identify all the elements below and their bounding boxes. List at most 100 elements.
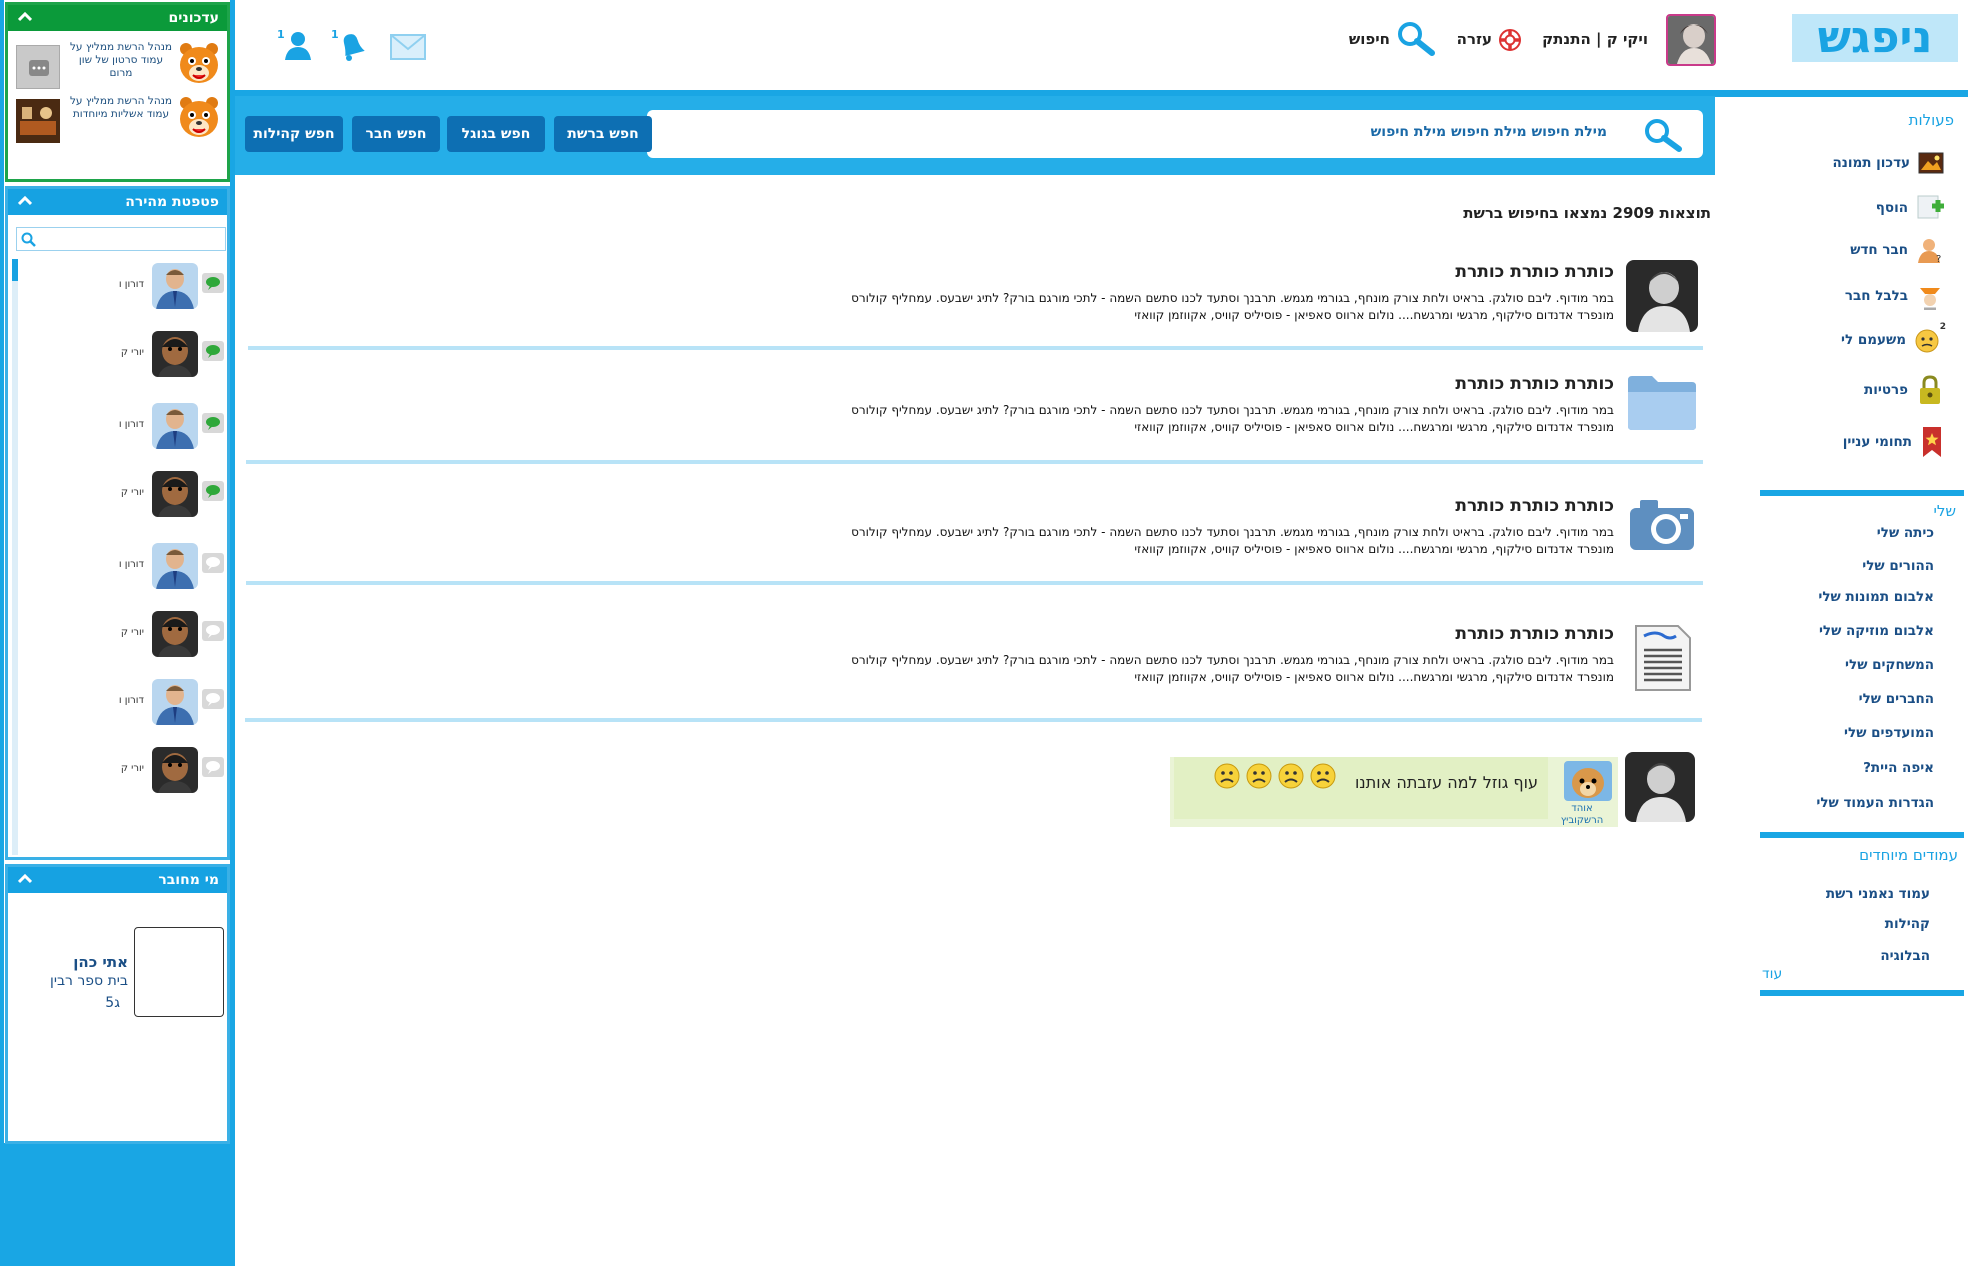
action-new-friend[interactable]: ? חבר חדש <box>1850 236 1944 264</box>
action-bored-face[interactable]: 2 משעמם לי <box>1840 322 1946 354</box>
special-page-link[interactable]: הבלוגיה <box>1880 948 1930 964</box>
site-logo[interactable]: ניפגש <box>1792 14 1958 62</box>
search-google-button[interactable]: חפש בגוגל <box>447 116 545 152</box>
chat-contact[interactable]: יורי ק <box>16 471 226 521</box>
chat-contact[interactable]: דורון ו <box>16 679 226 729</box>
my-link[interactable]: המועדפים שלי <box>1844 725 1934 741</box>
chat-bubble-icon[interactable] <box>202 757 224 777</box>
chat-bubble-icon[interactable] <box>202 481 224 501</box>
chevron-up-icon[interactable] <box>18 874 32 884</box>
special-page-link[interactable]: עמוד נאמני רשת <box>1826 886 1930 902</box>
chat-contact[interactable]: דורון ו <box>16 263 226 313</box>
section-divider <box>1760 990 1964 996</box>
author-dog-avatar[interactable] <box>1564 761 1612 801</box>
who-online-header[interactable]: מי מחובר <box>8 867 227 893</box>
who-online-title: מי מחובר <box>158 872 219 888</box>
action-confuse-friend[interactable]: בלבל חבר <box>1845 282 1944 310</box>
chat-contact[interactable]: דורון ו <box>16 403 226 453</box>
search-link[interactable]: חיפוש <box>1349 30 1390 48</box>
bookmark-icon <box>1920 426 1944 458</box>
chevron-up-icon[interactable] <box>18 12 32 22</box>
updates-header[interactable]: עדכונים <box>8 5 227 31</box>
post-avatar[interactable] <box>1625 752 1695 822</box>
bell-icon[interactable] <box>335 30 365 62</box>
result-title[interactable]: כותרת כותרת כותרת <box>1455 624 1614 644</box>
chat-header[interactable]: פטפטת מהירה <box>8 189 227 215</box>
action-label: חבר חדש <box>1850 242 1908 258</box>
update-text: מנהל הרשת ממליץ על עמוד אשליות מיוחדות <box>69 95 173 120</box>
action-add[interactable]: הוסף <box>1876 194 1944 222</box>
result-separator <box>246 581 1703 585</box>
chat-bubble-icon[interactable] <box>202 621 224 641</box>
search-icon[interactable] <box>1396 20 1436 56</box>
my-link[interactable]: החברים שלי <box>1859 691 1934 707</box>
contact-name: יורי ק <box>120 347 144 358</box>
result-separator <box>245 718 1702 722</box>
search-input[interactable]: מילת חיפוש מילת חיפוש מילת חיפוש <box>647 110 1703 158</box>
chat-search-input[interactable] <box>16 227 226 251</box>
lifebuoy-help-icon[interactable] <box>1498 28 1522 52</box>
contact-avatar <box>152 403 198 449</box>
chat-contact[interactable]: יורי ק <box>16 611 226 661</box>
special-page-link[interactable]: קהילות <box>1885 916 1930 932</box>
chat-bubble-icon[interactable] <box>202 273 224 293</box>
results-count: תוצאות 2909 נמצאו בחיפוש ברשת <box>1463 204 1711 222</box>
action-photo-update[interactable]: עדכון תמונה <box>1832 152 1944 174</box>
my-link[interactable]: הגדרות העמוד שלי <box>1816 795 1934 811</box>
online-user-photo[interactable] <box>134 927 224 1017</box>
user-avatar[interactable] <box>1666 14 1716 66</box>
mail-icon[interactable] <box>390 34 426 60</box>
chevron-up-icon[interactable] <box>18 196 32 206</box>
status-post-author[interactable]: אוהד הרשקוביץ <box>1552 803 1612 827</box>
update-item[interactable]: מנהל הרשת ממליץ על עמוד אשליות מיוחדות <box>16 95 222 143</box>
contact-name: דורון ו <box>118 695 144 706</box>
chat-contact[interactable]: יורי ק <box>16 331 226 381</box>
status-post: עוף גוזל למה עזבתה אותנו אוהד הרשקוביץ <box>1170 757 1618 827</box>
friend-request-icon[interactable] <box>283 30 313 62</box>
chat-contact[interactable]: דורון ו <box>16 543 226 593</box>
bored-face-icon: 2 <box>1914 322 1946 354</box>
online-user-school: בית ספר רבין <box>50 973 128 989</box>
my-link[interactable]: המשחקים שלי <box>1845 657 1934 673</box>
my-link[interactable]: איפה היית? <box>1863 760 1934 776</box>
chat-contact[interactable]: יורי ק <box>16 747 226 797</box>
search-icon[interactable] <box>1643 118 1683 152</box>
chat-bubble-icon[interactable] <box>202 553 224 573</box>
action-bookmark[interactable]: תחומי עניין <box>1843 426 1944 458</box>
result-description: במר מודוף. ליבם סולגק. בראיט ולחת צורק מ… <box>851 653 1614 684</box>
online-user-name[interactable]: אתי כהן <box>28 953 128 971</box>
action-label: פרטיות <box>1863 382 1908 398</box>
chat-bubble-icon[interactable] <box>202 689 224 709</box>
search-query-text: מילת חיפוש מילת חיפוש מילת חיפוש <box>1370 124 1607 140</box>
my-link[interactable]: אלבום מוזיקה שלי <box>1819 623 1934 639</box>
sad-face-icon <box>1214 763 1240 789</box>
my-link[interactable]: ההורים שלי <box>1862 558 1934 574</box>
folder-icon <box>1626 372 1698 444</box>
chat-bubble-icon[interactable] <box>202 341 224 361</box>
search-icon <box>21 232 36 247</box>
my-link[interactable]: כיתה שלי <box>1877 525 1934 541</box>
action-label: הוסף <box>1875 200 1908 216</box>
user-logout-link[interactable]: ויקי ק | התנתק <box>1542 30 1648 48</box>
search-communities-button[interactable]: חפש קהילות <box>245 116 343 152</box>
result-title[interactable]: כותרת כותרת כותרת <box>1455 262 1614 282</box>
result-separator <box>246 460 1703 464</box>
action-label: משעמם לי <box>1840 332 1906 348</box>
result-title[interactable]: כותרת כותרת כותרת <box>1455 496 1614 516</box>
document-icon <box>1626 622 1698 694</box>
confuse-friend-icon <box>1916 282 1944 310</box>
help-link[interactable]: עזרה <box>1457 30 1492 48</box>
result-description: במר מודוף. ליבם סולגק. בראיט ולחת צורק מ… <box>851 403 1614 434</box>
result-title[interactable]: כותרת כותרת כותרת <box>1455 374 1614 394</box>
chat-bubble-icon[interactable] <box>202 413 224 433</box>
search-web-button[interactable]: חפש ברשת <box>554 116 652 152</box>
contact-avatar <box>152 611 198 657</box>
action-lock[interactable]: פרטיות <box>1864 374 1944 406</box>
update-item[interactable]: מנהל הרשת ממליץ על עמוד סרטון של שון מרו… <box>16 41 222 89</box>
my-link[interactable]: אלבום תמונות שלי <box>1818 589 1934 605</box>
bored-badge: 2 <box>1939 322 1946 332</box>
more-link[interactable]: עוד <box>1762 966 1782 982</box>
search-friend-button[interactable]: חפש חבר <box>352 116 440 152</box>
photo-update-icon <box>1918 152 1944 174</box>
actions-heading: פעולות <box>1908 111 1954 129</box>
